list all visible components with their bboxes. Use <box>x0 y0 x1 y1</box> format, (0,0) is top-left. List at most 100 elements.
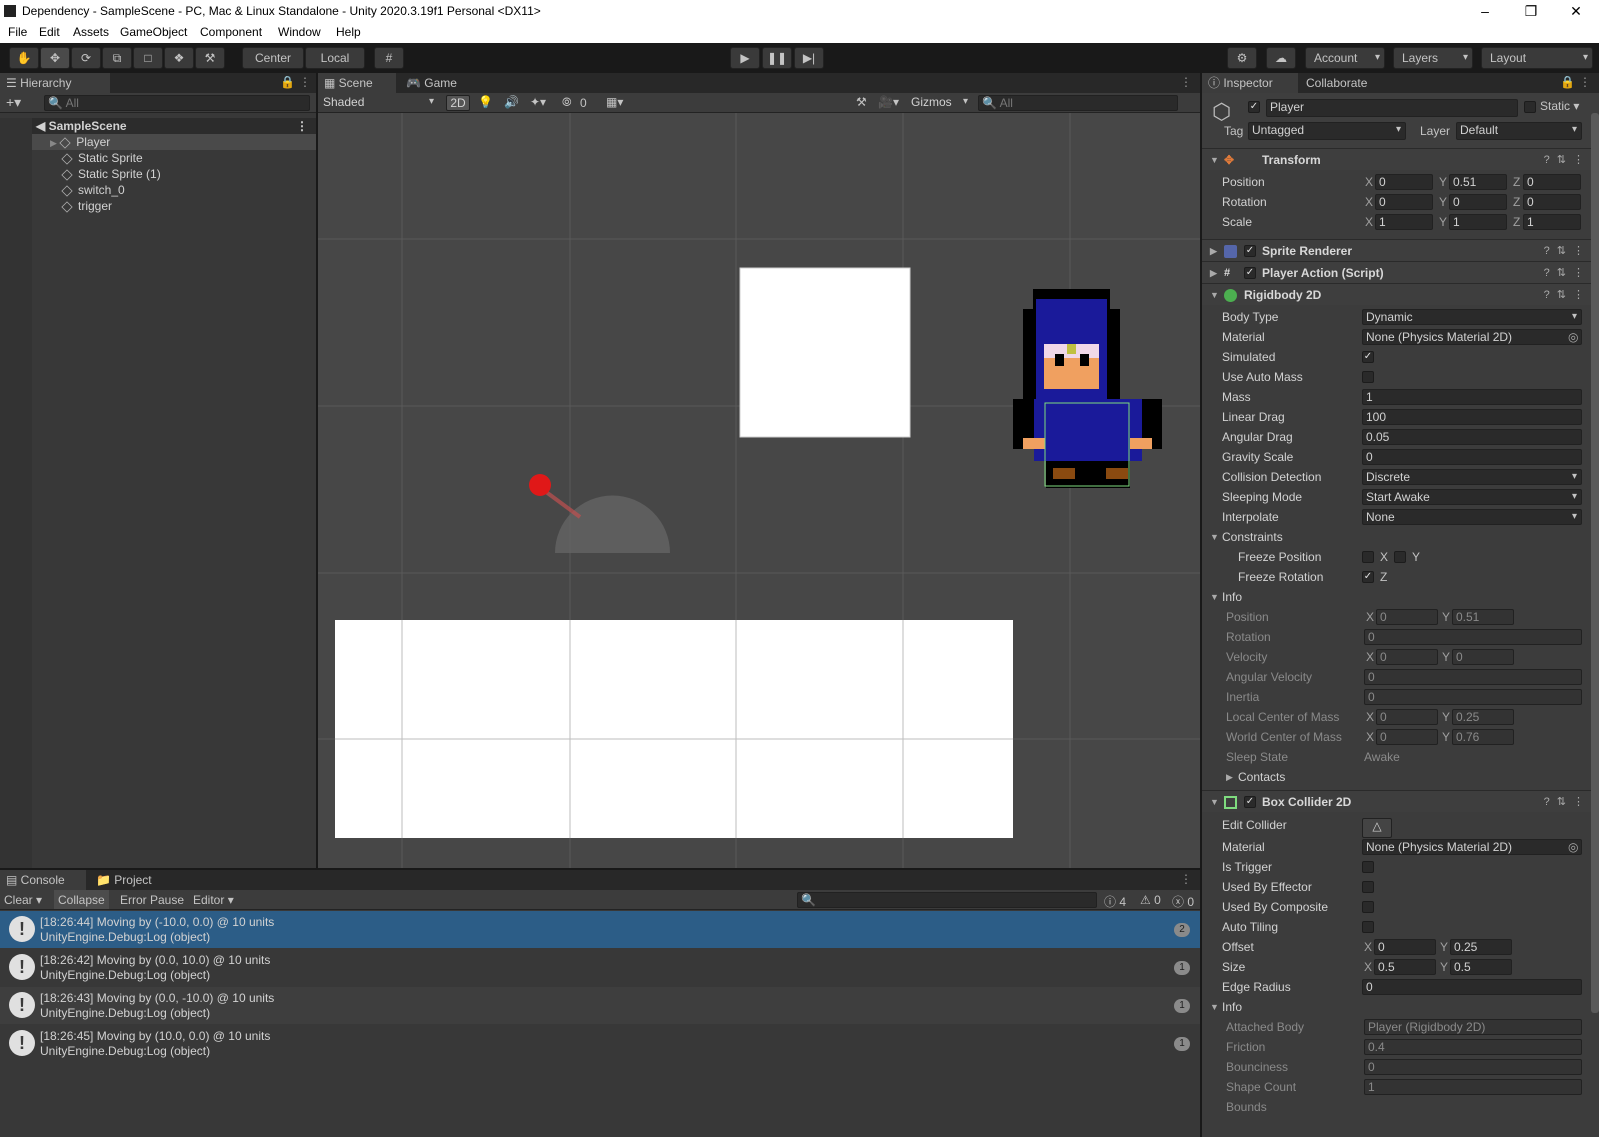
inspector-scrollbar[interactable] <box>1591 113 1599 1013</box>
tab-console[interactable]: ▤ Console <box>0 870 86 890</box>
grid-icon[interactable]: ▦▾ <box>606 95 623 109</box>
collider-material-field[interactable]: None (Physics Material 2D) <box>1362 839 1582 855</box>
clear-button[interactable]: Clear ▾ <box>4 893 42 907</box>
auto-tiling-checkbox[interactable] <box>1362 921 1374 933</box>
component-actions-icon[interactable]: ?⇅⋮ <box>1544 149 1591 171</box>
rotation-y-field[interactable]: 0 <box>1449 194 1507 210</box>
sleeping-mode-dropdown[interactable]: Start Awake <box>1362 489 1582 505</box>
menu-edit[interactable]: Edit <box>39 25 60 39</box>
scene-canvas[interactable] <box>318 113 1200 868</box>
collision-detection-dropdown[interactable]: Discrete <box>1362 469 1582 485</box>
inspector-lock-icon[interactable]: 🔒 <box>1560 75 1575 89</box>
hierarchy-item-static-sprite-1[interactable]: Static Sprite (1) <box>0 166 316 182</box>
hierarchy-item-static-sprite[interactable]: Static Sprite <box>0 150 316 166</box>
edge-radius-field[interactable]: 0 <box>1362 979 1582 995</box>
tab-game[interactable]: 🎮 Game <box>400 73 470 93</box>
transform-header[interactable]: ▼ ✥ Transform ?⇅⋮ <box>1202 148 1599 170</box>
menu-assets[interactable]: Assets <box>73 25 109 39</box>
effects-icon[interactable]: ✦▾ <box>530 95 546 109</box>
position-x-field[interactable]: 0 <box>1375 174 1433 190</box>
box-collider-header[interactable]: ▼ ✓ Box Collider 2D ?⇅⋮ <box>1202 790 1599 812</box>
active-checkbox[interactable]: ✓ <box>1248 101 1260 113</box>
menu-window[interactable]: Window <box>278 25 321 39</box>
scale-x-field[interactable]: 1 <box>1375 214 1433 230</box>
component-actions-icon[interactable]: ?⇅⋮ <box>1544 262 1591 284</box>
material-field[interactable]: None (Physics Material 2D) <box>1362 329 1582 345</box>
close-button[interactable]: ✕ <box>1553 0 1599 23</box>
size-x-field[interactable]: 0.5 <box>1374 959 1436 975</box>
position-z-field[interactable]: 0 <box>1523 174 1581 190</box>
interpolate-dropdown[interactable]: None <box>1362 509 1582 525</box>
lighting-icon[interactable]: 💡 <box>478 95 493 109</box>
component-actions-icon[interactable]: ?⇅⋮ <box>1544 791 1591 813</box>
offset-x-field[interactable]: 0 <box>1374 939 1436 955</box>
object-picker-icon[interactable]: ◎ <box>1568 837 1578 857</box>
error-filter-toggle[interactable]: ⓧ 0 <box>1172 893 1194 910</box>
rotate-tool-icon[interactable]: ⟳ <box>71 47 101 69</box>
use-auto-mass-checkbox[interactable] <box>1362 371 1374 383</box>
is-trigger-checkbox[interactable] <box>1362 861 1374 873</box>
lock-icon[interactable]: 🔒 <box>280 75 295 89</box>
rigidbody-header[interactable]: ▼ Rigidbody 2D ?⇅⋮ <box>1202 283 1599 305</box>
sprite-renderer-enabled-checkbox[interactable]: ✓ <box>1244 245 1256 257</box>
cloud-icon[interactable]: ☁ <box>1266 47 1296 69</box>
log-filter-toggle[interactable]: ⓘ 4 <box>1104 893 1126 910</box>
box-collider-enabled-checkbox[interactable]: ✓ <box>1244 796 1256 808</box>
tab-project[interactable]: 📁 Project <box>90 870 166 890</box>
scale-z-field[interactable]: 1 <box>1523 214 1581 230</box>
size-y-field[interactable]: 0.5 <box>1450 959 1512 975</box>
object-name-input[interactable]: Player <box>1266 99 1518 117</box>
layers-dropdown[interactable]: Layers <box>1393 47 1473 69</box>
minimize-button[interactable]: – <box>1462 0 1508 23</box>
static-checkbox[interactable] <box>1524 101 1536 113</box>
scene-more-icon[interactable]: ⋮ <box>1180 75 1192 89</box>
transform-tool-icon[interactable]: ❖ <box>164 47 194 69</box>
hierarchy-item-player[interactable]: ▶ Player <box>0 134 316 150</box>
contacts-foldout[interactable]: ▶ Contacts <box>1202 767 1599 787</box>
gizmos-dropdown[interactable]: Gizmos <box>908 95 972 111</box>
custom-tool-icon[interactable]: ⚒ <box>195 47 225 69</box>
static-dropdown[interactable]: Static ▾ <box>1540 99 1579 113</box>
more-icon[interactable]: ⋮ <box>299 75 311 89</box>
console-more-icon[interactable]: ⋮ <box>1180 872 1192 886</box>
menu-gameobject[interactable]: GameObject <box>120 25 187 39</box>
freeze-position-x-checkbox[interactable] <box>1362 551 1374 563</box>
hierarchy-item-switch[interactable]: switch_0 <box>0 182 316 198</box>
scene-root[interactable]: ◀ SampleScene ⋮ <box>0 118 316 134</box>
inspector-more-icon[interactable]: ⋮ <box>1579 75 1591 89</box>
scale-y-field[interactable]: 1 <box>1449 214 1507 230</box>
tab-scene[interactable]: ▦ Scene <box>318 73 396 93</box>
log-entry[interactable]: ! [18:26:43] Moving by (0.0, -10.0) @ 10… <box>0 987 1200 1024</box>
angular-drag-field[interactable]: 0.05 <box>1362 429 1582 445</box>
services-icon[interactable]: ⚙ <box>1227 47 1257 69</box>
move-tool-icon[interactable]: ✥ <box>40 47 70 69</box>
offset-y-field[interactable]: 0.25 <box>1450 939 1512 955</box>
scene-more-icon[interactable]: ⋮ <box>296 118 308 134</box>
body-type-dropdown[interactable]: Dynamic <box>1362 309 1582 325</box>
log-entry[interactable]: ! [18:26:44] Moving by (-10.0, 0.0) @ 10… <box>0 911 1200 948</box>
add-icon[interactable]: +▾ <box>6 94 21 111</box>
tab-inspector[interactable]: ⓘ Inspector <box>1202 73 1298 93</box>
position-y-field[interactable]: 0.51 <box>1449 174 1507 190</box>
menu-help[interactable]: Help <box>336 25 361 39</box>
player-action-enabled-checkbox[interactable]: ✓ <box>1244 267 1256 279</box>
collider-info-foldout[interactable]: ▼ Info <box>1202 997 1599 1017</box>
audio-icon[interactable]: 🔊 <box>504 95 519 109</box>
collapse-toggle[interactable]: Collapse <box>54 890 109 909</box>
grid-snap-icon[interactable]: # <box>374 47 404 69</box>
linear-drag-field[interactable]: 100 <box>1362 409 1582 425</box>
freeze-rotation-z-checkbox[interactable]: ✓ <box>1362 571 1374 583</box>
mass-field[interactable]: 1 <box>1362 389 1582 405</box>
gravity-scale-field[interactable]: 0 <box>1362 449 1582 465</box>
component-actions-icon[interactable]: ?⇅⋮ <box>1544 284 1591 306</box>
pivot-local-button[interactable]: Local <box>305 47 365 69</box>
pivot-center-button[interactable]: Center <box>242 47 304 69</box>
freeze-position-y-checkbox[interactable] <box>1394 551 1406 563</box>
layer-dropdown[interactable]: Default <box>1456 122 1582 140</box>
hand-tool-icon[interactable]: ✋ <box>9 47 39 69</box>
object-picker-icon[interactable]: ◎ <box>1568 327 1578 347</box>
used-by-composite-checkbox[interactable] <box>1362 901 1374 913</box>
hidden-objects-icon[interactable]: ⦾ <box>562 95 572 110</box>
log-entry[interactable]: ! [18:26:42] Moving by (0.0, 10.0) @ 10 … <box>0 949 1200 986</box>
log-entry[interactable]: ! [18:26:45] Moving by (10.0, 0.0) @ 10 … <box>0 1025 1200 1062</box>
